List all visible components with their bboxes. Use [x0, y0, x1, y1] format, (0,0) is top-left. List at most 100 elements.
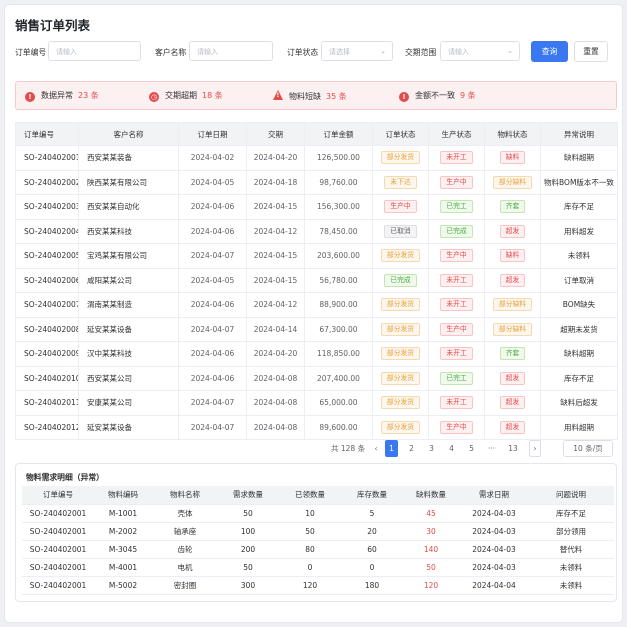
status-badge: 超发	[499, 420, 526, 434]
status-badge: 部分发货	[380, 298, 421, 312]
alert-circle-icon: !	[399, 92, 409, 102]
date-range-select[interactable]: 请输入 ⌄	[440, 41, 520, 61]
table-cell: 2024-04-15	[246, 267, 305, 293]
material-card-title: 物料需求明细（异常）	[26, 473, 104, 482]
alert-data-anomaly[interactable]: ! 数据异常 23 条	[25, 90, 99, 102]
customer-input[interactable]: 请输入	[189, 41, 273, 61]
table-cell: 56,780.00	[304, 267, 373, 293]
order-no-input[interactable]: 请输入	[48, 41, 141, 61]
table-cell: 50	[218, 558, 278, 577]
alert-count: 9 条	[460, 91, 476, 100]
status-cell: 超发	[484, 267, 541, 293]
status-badge: 部分发货	[380, 371, 421, 385]
status-badge: 未开工	[440, 151, 473, 165]
next-page-icon[interactable]: ›	[529, 440, 541, 457]
table-row[interactable]: SO-240402006 咸阳某某公司 2024-04-05 2024-04-15 56…	[15, 267, 618, 293]
page-2[interactable]: 2	[405, 440, 418, 457]
orders-column-header: 订单状态	[372, 122, 429, 146]
table-cell: SO-240402001	[22, 540, 94, 559]
table-cell: 轴承座	[152, 522, 218, 541]
table-row[interactable]: SO-240402008 延安某某设备 2024-04-07 2024-04-14 67…	[15, 316, 618, 342]
table-cell: 2024-04-04	[460, 576, 528, 595]
table-cell: 电机	[152, 558, 218, 577]
shortage-cell: 140	[402, 540, 460, 559]
page-5[interactable]: 5	[465, 440, 478, 457]
warning-triangle-icon: !	[273, 90, 283, 100]
page-size-select[interactable]: 10 条/页	[563, 440, 613, 457]
page-13[interactable]: 13	[506, 440, 520, 457]
status-label: 订单状态	[287, 48, 319, 57]
status-cell: 未开工	[428, 267, 485, 293]
table-cell: 156,300.00	[304, 194, 373, 220]
table-row[interactable]: SO-240402011 安康某某公司 2024-04-07 2024-04-08 65…	[15, 390, 618, 416]
prev-page-icon[interactable]: ‹	[371, 440, 381, 457]
table-row[interactable]: SO-240402010 西安某某公司 2024-04-06 2024-04-08 20…	[15, 365, 618, 391]
status-badge: 已完工	[440, 371, 473, 385]
status-cell: 未开工	[428, 145, 485, 171]
page-1[interactable]: 1	[385, 440, 398, 457]
page-4[interactable]: 4	[445, 440, 458, 457]
status-cell: 未开工	[428, 341, 485, 367]
table-row[interactable]: SO-240402005 宝鸡某某有限公司 2024-04-07 2024-04-15…	[15, 243, 618, 269]
orders-column-header: 生产状态	[428, 122, 485, 146]
alert-label: 数据异常	[41, 91, 73, 100]
status-cell: 缺料	[484, 145, 541, 171]
status-badge: 未开工	[440, 396, 473, 410]
customer-label: 客户名称	[155, 48, 187, 57]
materials-table: 订单编号 物料编码 物料名称 需求数量 已领数量 库存数量 缺料数量 需求日期 问题说明 SO-…	[22, 486, 614, 595]
materials-column-header: 物料名称	[152, 486, 218, 505]
materials-column-header: 缺料数量	[402, 486, 460, 505]
alert-amount-mismatch[interactable]: ! 金额不一致 9 条	[399, 90, 476, 102]
table-row[interactable]: SO-240402001 M-2002 轴承座 100 50 20 30 2024-04-03…	[22, 522, 614, 541]
page-3[interactable]: 3	[425, 440, 438, 457]
table-cell: 部分领用	[528, 522, 614, 541]
alert-delivery-overdue[interactable]: ◷ 交期超期 18 条	[149, 90, 223, 102]
table-row[interactable]: SO-240402002 陕西某某有限公司 2024-04-05 2024-04-18…	[15, 169, 618, 195]
shortage-cell: 45	[402, 504, 460, 523]
table-cell: 200	[218, 540, 278, 559]
orders-column-header: 物料状态	[484, 122, 541, 146]
status-badge: 生产中	[440, 322, 473, 336]
table-cell: 替代料	[528, 540, 614, 559]
shortage-cell: 30	[402, 522, 460, 541]
table-row[interactable]: SO-240402003 西安某某自动化 2024-04-06 2024-04-15 1…	[15, 194, 618, 220]
table-cell: 壳体	[152, 504, 218, 523]
table-cell: 库存不足	[540, 194, 618, 220]
status-cell: 部分缺料	[484, 292, 541, 318]
status-badge: 未开工	[440, 347, 473, 361]
table-row[interactable]: SO-240402007 渭南某某制造 2024-04-06 2024-04-12 88…	[15, 292, 618, 318]
status-badge: 生产中	[440, 249, 473, 263]
table-cell: M-3045	[94, 540, 152, 559]
table-cell: 库存不足	[540, 365, 618, 391]
table-cell: 10	[278, 504, 342, 523]
table-row[interactable]: SO-240402001 M-3045 齿轮 200 80 60 140 2024-04-03…	[22, 540, 614, 559]
status-badge: 部分发货	[380, 396, 421, 410]
table-row[interactable]: SO-240402001 M-5002 密封圈 300 120 180 120 2024-04…	[22, 576, 614, 595]
status-badge: 缺料	[499, 151, 526, 165]
status-select[interactable]: 请选择 ⌄	[321, 41, 393, 61]
orders-column-header: 异常说明	[540, 122, 618, 146]
table-row[interactable]: SO-240402009 汉中某某科技 2024-04-06 2024-04-20 11…	[15, 341, 618, 367]
table-cell: 50	[278, 522, 342, 541]
status-select-value: 请选择	[329, 48, 350, 56]
materials-column-header: 已领数量	[278, 486, 342, 505]
table-cell: 5	[342, 504, 402, 523]
page-ellipsis[interactable]: ···	[485, 440, 498, 457]
status-cell: 未开工	[428, 292, 485, 318]
date-label: 交期范围	[405, 48, 437, 57]
table-row[interactable]: SO-240402001 西安某某装备 2024-04-02 2024-04-20 12…	[15, 145, 618, 171]
table-row[interactable]: SO-240402001 M-1001 壳体 50 10 5 45 2024-04-03 库存不…	[22, 504, 614, 523]
table-row[interactable]: SO-240402012 延安某某设备 2024-04-07 2024-04-08 89…	[15, 414, 618, 440]
alert-material-shortage[interactable]: ! 物料短缺 35 条	[273, 90, 347, 102]
query-button[interactable]: 查询	[531, 41, 568, 62]
table-cell: SO-240402001	[15, 145, 79, 171]
table-cell: 陕西某某有限公司	[78, 169, 179, 195]
pagination: 共 128 条 ‹ 1 2 3 4 5 ··· 13 › 10 条/页	[325, 440, 615, 458]
table-cell: 2024-04-14	[246, 316, 305, 342]
status-badge: 已完成	[384, 273, 417, 287]
page-title: 销售订单列表	[15, 18, 91, 33]
table-row[interactable]: SO-240402004 西安某某科技 2024-04-06 2024-04-12 78…	[15, 218, 618, 244]
table-cell: 宝鸡某某有限公司	[78, 243, 179, 269]
reset-button[interactable]: 重置	[574, 41, 608, 62]
table-row[interactable]: SO-240402001 M-4001 电机 50 0 0 50 2024-04-03 未领料	[22, 558, 614, 577]
